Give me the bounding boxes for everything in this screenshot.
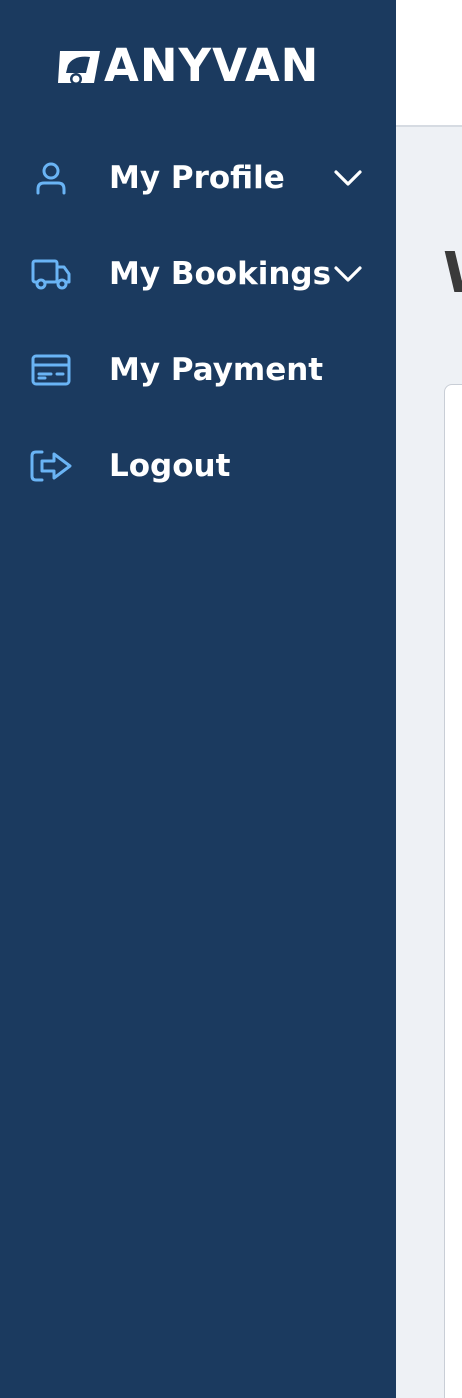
logout-icon: [28, 446, 74, 486]
user-icon: [28, 158, 74, 198]
sidebar-item-label: My Payment: [109, 352, 324, 388]
anyvan-logo[interactable]: ANYVAN: [56, 42, 336, 90]
top-bar: [396, 0, 462, 127]
sidebar-item-label: My Profile: [109, 160, 285, 196]
chevron-down-icon[interactable]: [333, 168, 363, 188]
sidebar-item-my-payment[interactable]: My Payment: [0, 322, 396, 418]
sidebar-item-logout[interactable]: Logout: [0, 418, 396, 514]
van-logo-icon: [56, 43, 102, 89]
brand-name: ANYVAN: [104, 39, 320, 92]
chevron-down-icon[interactable]: [333, 264, 363, 284]
sidebar-item-label: Logout: [109, 448, 231, 484]
sidebar-nav: My Profile My Bookings My Payment Logout: [0, 130, 396, 514]
credit-card-icon: [28, 350, 74, 390]
sidebar-item-label: My Bookings: [109, 256, 332, 292]
sidebar: ANYVAN My Profile My Bookings My Payment…: [0, 0, 396, 1398]
content-card: [444, 384, 462, 1398]
sidebar-item-my-bookings[interactable]: My Bookings: [0, 226, 396, 322]
truck-icon: [28, 254, 74, 294]
page-title: W: [443, 242, 462, 306]
sidebar-item-my-profile[interactable]: My Profile: [0, 130, 396, 226]
